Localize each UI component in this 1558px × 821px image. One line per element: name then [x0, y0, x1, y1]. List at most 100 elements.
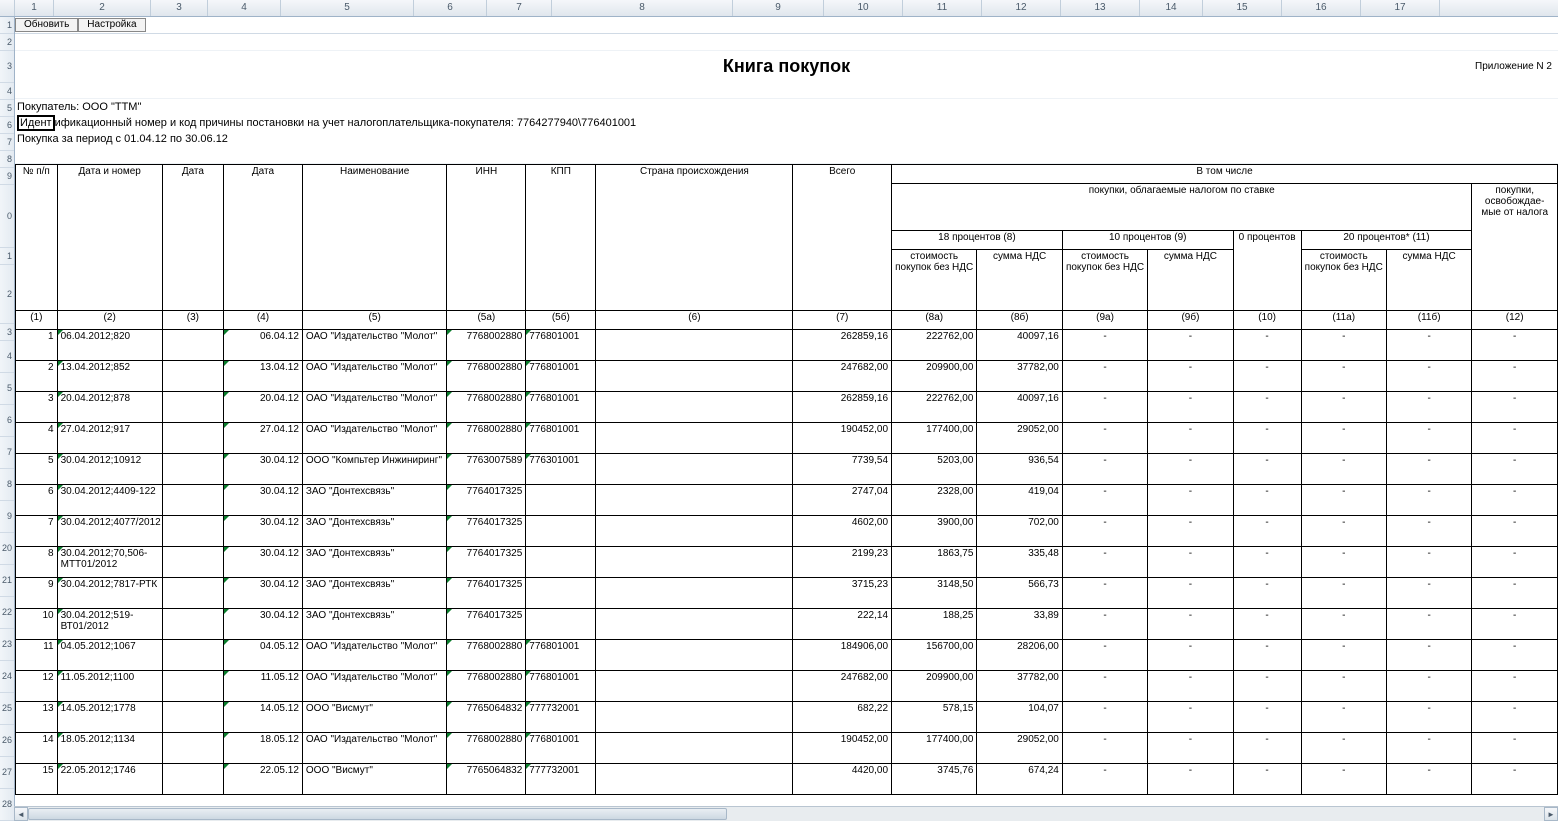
- cell-c9b[interactable]: -: [1148, 485, 1233, 516]
- cell-c12[interactable]: -: [1472, 609, 1558, 640]
- cell-inn[interactable]: 7764017325: [447, 485, 526, 516]
- table-row[interactable]: 930.04.2012;7817-РТК30.04.12ЗАО "Донтехс…: [16, 578, 1558, 609]
- cell-c8a[interactable]: 222762,00: [892, 392, 977, 423]
- col-header-14[interactable]: 14: [1140, 0, 1203, 16]
- cell-dn[interactable]: 30.04.2012;4077/2012: [57, 516, 162, 547]
- cell-name[interactable]: ЗАО "Донтехсвязь": [302, 547, 447, 578]
- cell-c11a[interactable]: -: [1301, 454, 1386, 485]
- cell-dn[interactable]: 30.04.2012;10912: [57, 454, 162, 485]
- cell-c8a[interactable]: 209900,00: [892, 671, 977, 702]
- cell-tot[interactable]: 2747,04: [793, 485, 892, 516]
- col-header-6[interactable]: 6: [414, 0, 487, 16]
- cell-d4[interactable]: 30.04.12: [224, 485, 303, 516]
- cell-c11a[interactable]: -: [1301, 485, 1386, 516]
- col-header-1[interactable]: 1: [15, 0, 54, 16]
- purchase-book-table[interactable]: № п/п Дата и номер Дата Дата Наименовани…: [15, 164, 1558, 795]
- cell-name[interactable]: ЗАО "Донтехсвязь": [302, 485, 447, 516]
- cell-c9a[interactable]: -: [1062, 392, 1147, 423]
- table-row[interactable]: 427.04.2012;91727.04.12ОАО "Издательство…: [16, 423, 1558, 454]
- cell-c9b[interactable]: -: [1148, 733, 1233, 764]
- cell-c8b[interactable]: 936,54: [977, 454, 1062, 485]
- cell-tot[interactable]: 4602,00: [793, 516, 892, 547]
- cell-c9a[interactable]: -: [1062, 423, 1147, 454]
- cell-c11b[interactable]: -: [1386, 578, 1471, 609]
- cell-c9a[interactable]: -: [1062, 361, 1147, 392]
- cell-c10[interactable]: -: [1233, 671, 1301, 702]
- cell-name[interactable]: ООО "Висмут": [302, 702, 447, 733]
- cell-orig[interactable]: [596, 609, 793, 640]
- table-row[interactable]: 730.04.2012;4077/201230.04.12ЗАО "Донтех…: [16, 516, 1558, 547]
- cell-dn[interactable]: 30.04.2012;4409-122: [57, 485, 162, 516]
- cell-kpp[interactable]: [526, 547, 596, 578]
- cell-c9b[interactable]: -: [1148, 671, 1233, 702]
- horizontal-scrollbar[interactable]: ◄ ►: [14, 806, 1558, 821]
- cell-c9b[interactable]: -: [1148, 361, 1233, 392]
- cell-tot[interactable]: 262859,16: [793, 392, 892, 423]
- cell-name[interactable]: ОАО "Издательство "Молот": [302, 733, 447, 764]
- cell-d4[interactable]: 30.04.12: [224, 578, 303, 609]
- cell-c11b[interactable]: -: [1386, 330, 1471, 361]
- cell-d4[interactable]: 27.04.12: [224, 423, 303, 454]
- scroll-left-button[interactable]: ◄: [14, 807, 28, 821]
- cell-c8b[interactable]: 29052,00: [977, 423, 1062, 454]
- cell-name[interactable]: ЗАО "Донтехсвязь": [302, 516, 447, 547]
- cell-n[interactable]: 11: [16, 640, 58, 671]
- cell-tot[interactable]: 247682,00: [793, 671, 892, 702]
- cell-tot[interactable]: 222,14: [793, 609, 892, 640]
- cell-c12[interactable]: -: [1472, 330, 1558, 361]
- cell-kpp[interactable]: 776801001: [526, 330, 596, 361]
- selected-cell-text[interactable]: Идент: [17, 115, 55, 131]
- cell-orig[interactable]: [596, 640, 793, 671]
- row-header-23[interactable]: 23: [0, 629, 14, 661]
- cell-c12[interactable]: -: [1472, 392, 1558, 423]
- cell-kpp[interactable]: 776801001: [526, 640, 596, 671]
- cell-tot[interactable]: 190452,00: [793, 733, 892, 764]
- cell-orig[interactable]: [596, 578, 793, 609]
- cell-c8b[interactable]: 419,04: [977, 485, 1062, 516]
- col-header-5[interactable]: 5: [281, 0, 414, 16]
- cell-d3[interactable]: [162, 671, 223, 702]
- table-row[interactable]: 1104.05.2012;106704.05.12ОАО "Издательст…: [16, 640, 1558, 671]
- cell-kpp[interactable]: 776801001: [526, 423, 596, 454]
- cell-d3[interactable]: [162, 578, 223, 609]
- cell-c11b[interactable]: -: [1386, 764, 1471, 795]
- cell-dn[interactable]: 30.04.2012;70,506-МТТ01/2012: [57, 547, 162, 578]
- cell-c8b[interactable]: 40097,16: [977, 330, 1062, 361]
- cell-dn[interactable]: 14.05.2012;1778: [57, 702, 162, 733]
- cell-c8b[interactable]: 702,00: [977, 516, 1062, 547]
- cell-c11a[interactable]: -: [1301, 547, 1386, 578]
- cell-kpp[interactable]: [526, 609, 596, 640]
- cell-orig[interactable]: [596, 485, 793, 516]
- cell-c9a[interactable]: -: [1062, 702, 1147, 733]
- cell-tot[interactable]: 247682,00: [793, 361, 892, 392]
- cell-d4[interactable]: 14.05.12: [224, 702, 303, 733]
- cell-c12[interactable]: -: [1472, 423, 1558, 454]
- cell-dn[interactable]: 04.05.2012;1067: [57, 640, 162, 671]
- col-header-16[interactable]: 16: [1282, 0, 1361, 16]
- cell-c8b[interactable]: 33,89: [977, 609, 1062, 640]
- row-header-2[interactable]: 2: [0, 265, 14, 324]
- cell-c9a[interactable]: -: [1062, 485, 1147, 516]
- col-header-17[interactable]: 17: [1361, 0, 1440, 16]
- cell-d4[interactable]: 30.04.12: [224, 454, 303, 485]
- cell-d3[interactable]: [162, 423, 223, 454]
- table-row[interactable]: 213.04.2012;85213.04.12ОАО "Издательство…: [16, 361, 1558, 392]
- cell-c8b[interactable]: 674,24: [977, 764, 1062, 795]
- row-header-4[interactable]: 4: [0, 341, 14, 373]
- cell-c11a[interactable]: -: [1301, 733, 1386, 764]
- cell-c11a[interactable]: -: [1301, 578, 1386, 609]
- cell-c8a[interactable]: 2328,00: [892, 485, 977, 516]
- row-header-28[interactable]: 28: [0, 789, 14, 821]
- cell-orig[interactable]: [596, 516, 793, 547]
- cell-tot[interactable]: 7739,54: [793, 454, 892, 485]
- cell-c11b[interactable]: -: [1386, 516, 1471, 547]
- cell-d3[interactable]: [162, 485, 223, 516]
- cell-name[interactable]: ОАО "Издательство "Молот": [302, 330, 447, 361]
- cell-n[interactable]: 2: [16, 361, 58, 392]
- row-header-20[interactable]: 20: [0, 533, 14, 565]
- row-header-3[interactable]: 3: [0, 51, 14, 83]
- cell-n[interactable]: 9: [16, 578, 58, 609]
- cell-inn[interactable]: 7764017325: [447, 516, 526, 547]
- cell-inn[interactable]: 7765064832: [447, 702, 526, 733]
- cell-c9a[interactable]: -: [1062, 454, 1147, 485]
